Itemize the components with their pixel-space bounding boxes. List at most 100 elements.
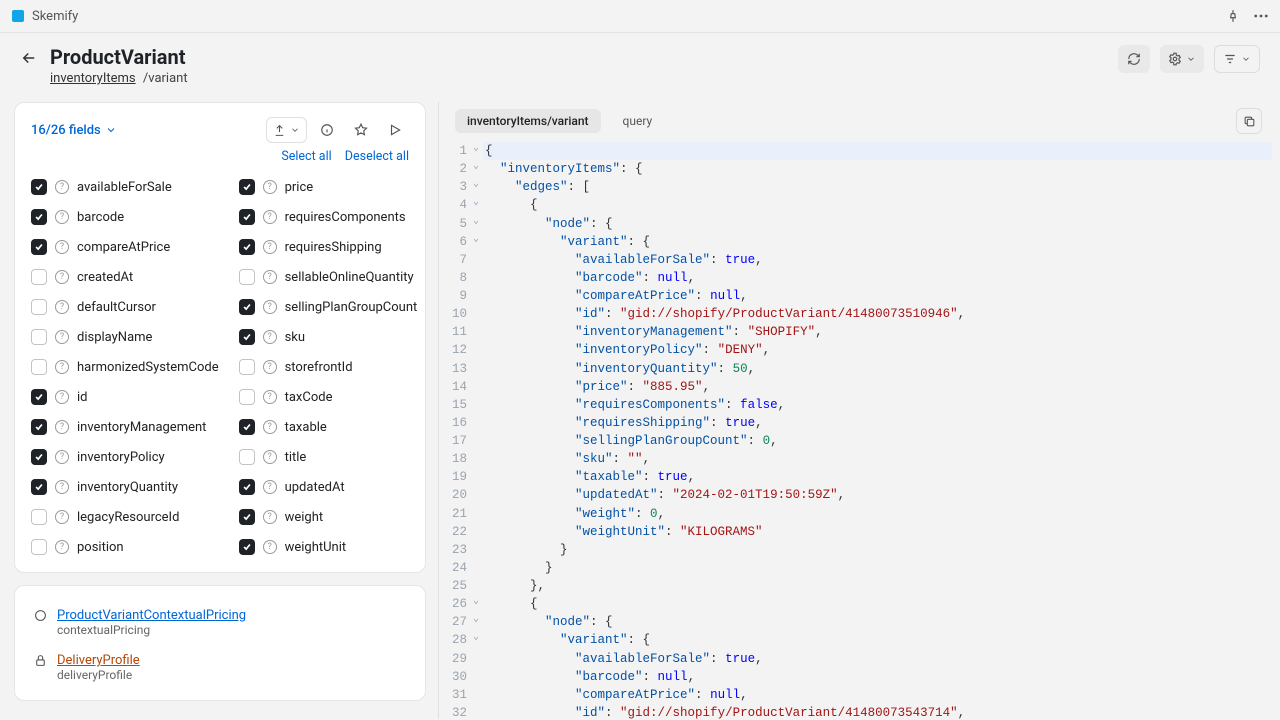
fields-card: 16/26 fields Select all Deselect all ?av… bbox=[14, 102, 426, 573]
field-checkbox[interactable] bbox=[31, 419, 47, 435]
field-checkbox[interactable] bbox=[239, 329, 255, 345]
help-icon[interactable]: ? bbox=[263, 300, 277, 314]
help-icon[interactable]: ? bbox=[263, 210, 277, 224]
code-line: 9 "compareAtPrice": null, bbox=[439, 287, 1272, 305]
help-icon[interactable]: ? bbox=[263, 390, 277, 404]
help-icon[interactable]: ? bbox=[263, 180, 277, 194]
field-checkbox[interactable] bbox=[31, 299, 47, 315]
field-label: legacyResourceId bbox=[77, 510, 179, 525]
code-line: 29 "availableForSale": true, bbox=[439, 650, 1272, 668]
filter-button[interactable] bbox=[1214, 45, 1260, 73]
field-checkbox[interactable] bbox=[239, 209, 255, 225]
help-icon[interactable]: ? bbox=[263, 420, 277, 434]
field-checkbox[interactable] bbox=[239, 299, 255, 315]
field-checkbox[interactable] bbox=[239, 479, 255, 495]
help-icon[interactable]: ? bbox=[55, 270, 69, 284]
field-checkbox[interactable] bbox=[239, 269, 255, 285]
code-line: 5⌄ "node": { bbox=[439, 215, 1272, 233]
help-icon[interactable]: ? bbox=[55, 240, 69, 254]
field-checkbox[interactable] bbox=[31, 209, 47, 225]
field-label: inventoryPolicy bbox=[77, 450, 165, 465]
connection-link[interactable]: ProductVariantContextualPricing bbox=[57, 608, 246, 623]
connection-link[interactable]: DeliveryProfile bbox=[57, 653, 140, 668]
help-icon[interactable]: ? bbox=[55, 360, 69, 374]
field-checkbox[interactable] bbox=[239, 389, 255, 405]
field-checkbox[interactable] bbox=[31, 239, 47, 255]
field-label: inventoryQuantity bbox=[77, 480, 178, 495]
field-checkbox[interactable] bbox=[31, 389, 47, 405]
field-label: requiresComponents bbox=[285, 210, 406, 225]
run-button[interactable] bbox=[381, 117, 409, 143]
help-icon[interactable]: ? bbox=[55, 480, 69, 494]
breadcrumb-link[interactable]: inventoryItems bbox=[50, 71, 136, 86]
field-checkbox[interactable] bbox=[239, 509, 255, 525]
code-line: 30 "barcode": null, bbox=[439, 668, 1272, 686]
star-button[interactable] bbox=[347, 117, 375, 143]
tab-path[interactable]: inventoryItems/variant bbox=[455, 109, 601, 133]
help-icon[interactable]: ? bbox=[263, 270, 277, 284]
copy-button[interactable] bbox=[1236, 108, 1262, 134]
field-row: ? displayName bbox=[31, 322, 219, 352]
info-button[interactable] bbox=[313, 117, 341, 143]
field-checkbox[interactable] bbox=[239, 359, 255, 375]
help-icon[interactable]: ? bbox=[263, 450, 277, 464]
chevron-down-icon bbox=[105, 124, 117, 136]
code-editor[interactable]: 1⌄{2⌄ "inventoryItems": {3⌄ "edges": [4⌄… bbox=[439, 142, 1272, 719]
field-row: ?storefrontId bbox=[239, 352, 418, 382]
field-row: ? taxCode bbox=[239, 382, 418, 412]
code-line: 20 "updatedAt": "2024-02-01T19:50:59Z", bbox=[439, 486, 1272, 504]
pin-icon[interactable] bbox=[1226, 9, 1240, 23]
field-label: createdAt bbox=[77, 270, 133, 285]
field-checkbox[interactable] bbox=[239, 539, 255, 555]
connection-item: DeliveryProfiledeliveryProfile bbox=[31, 645, 409, 690]
field-checkbox[interactable] bbox=[31, 329, 47, 345]
help-icon[interactable]: ? bbox=[263, 480, 277, 494]
field-label: taxCode bbox=[285, 390, 333, 405]
help-icon[interactable]: ? bbox=[55, 390, 69, 404]
help-icon[interactable]: ? bbox=[55, 300, 69, 314]
select-all-link[interactable]: Select all bbox=[281, 149, 331, 164]
help-icon[interactable]: ? bbox=[55, 180, 69, 194]
field-checkbox[interactable] bbox=[239, 239, 255, 255]
field-checkbox[interactable] bbox=[31, 269, 47, 285]
field-label: inventoryManagement bbox=[77, 420, 206, 435]
help-icon[interactable]: ? bbox=[55, 450, 69, 464]
help-icon[interactable]: ? bbox=[55, 330, 69, 344]
export-button[interactable] bbox=[266, 117, 307, 143]
more-icon[interactable] bbox=[1254, 9, 1268, 23]
field-checkbox[interactable] bbox=[31, 359, 47, 375]
help-icon[interactable]: ? bbox=[263, 360, 277, 374]
help-icon[interactable]: ? bbox=[55, 540, 69, 554]
code-line: 1⌄{ bbox=[439, 142, 1272, 160]
back-button[interactable] bbox=[20, 49, 38, 67]
field-checkbox[interactable] bbox=[31, 449, 47, 465]
field-row: ? compareAtPrice bbox=[31, 232, 219, 262]
settings-button[interactable] bbox=[1160, 45, 1204, 73]
deselect-all-link[interactable]: Deselect all bbox=[345, 149, 409, 164]
help-icon[interactable]: ? bbox=[55, 210, 69, 224]
breadcrumb: inventoryItems /variant bbox=[50, 71, 188, 86]
fields-count-toggle[interactable]: 16/26 fields bbox=[31, 123, 117, 138]
field-checkbox[interactable] bbox=[31, 479, 47, 495]
app-icon bbox=[12, 10, 24, 22]
help-icon[interactable]: ? bbox=[55, 420, 69, 434]
help-icon[interactable]: ? bbox=[55, 510, 69, 524]
help-icon[interactable]: ? bbox=[263, 510, 277, 524]
field-checkbox[interactable] bbox=[239, 179, 255, 195]
code-line: 17 "sellingPlanGroupCount": 0, bbox=[439, 432, 1272, 450]
tab-query[interactable]: query bbox=[611, 109, 665, 133]
field-checkbox[interactable] bbox=[239, 449, 255, 465]
field-checkbox[interactable] bbox=[31, 179, 47, 195]
field-label: compareAtPrice bbox=[77, 240, 170, 255]
code-line: 7 "availableForSale": true, bbox=[439, 251, 1272, 269]
field-label: displayName bbox=[77, 330, 152, 345]
field-checkbox[interactable] bbox=[31, 539, 47, 555]
help-icon[interactable]: ? bbox=[263, 540, 277, 554]
refresh-button[interactable] bbox=[1118, 45, 1150, 73]
field-checkbox[interactable] bbox=[239, 419, 255, 435]
help-icon[interactable]: ? bbox=[263, 330, 277, 344]
help-icon[interactable]: ? bbox=[263, 240, 277, 254]
field-checkbox[interactable] bbox=[31, 509, 47, 525]
field-label: price bbox=[285, 180, 314, 195]
code-line: 18 "sku": "", bbox=[439, 450, 1272, 468]
